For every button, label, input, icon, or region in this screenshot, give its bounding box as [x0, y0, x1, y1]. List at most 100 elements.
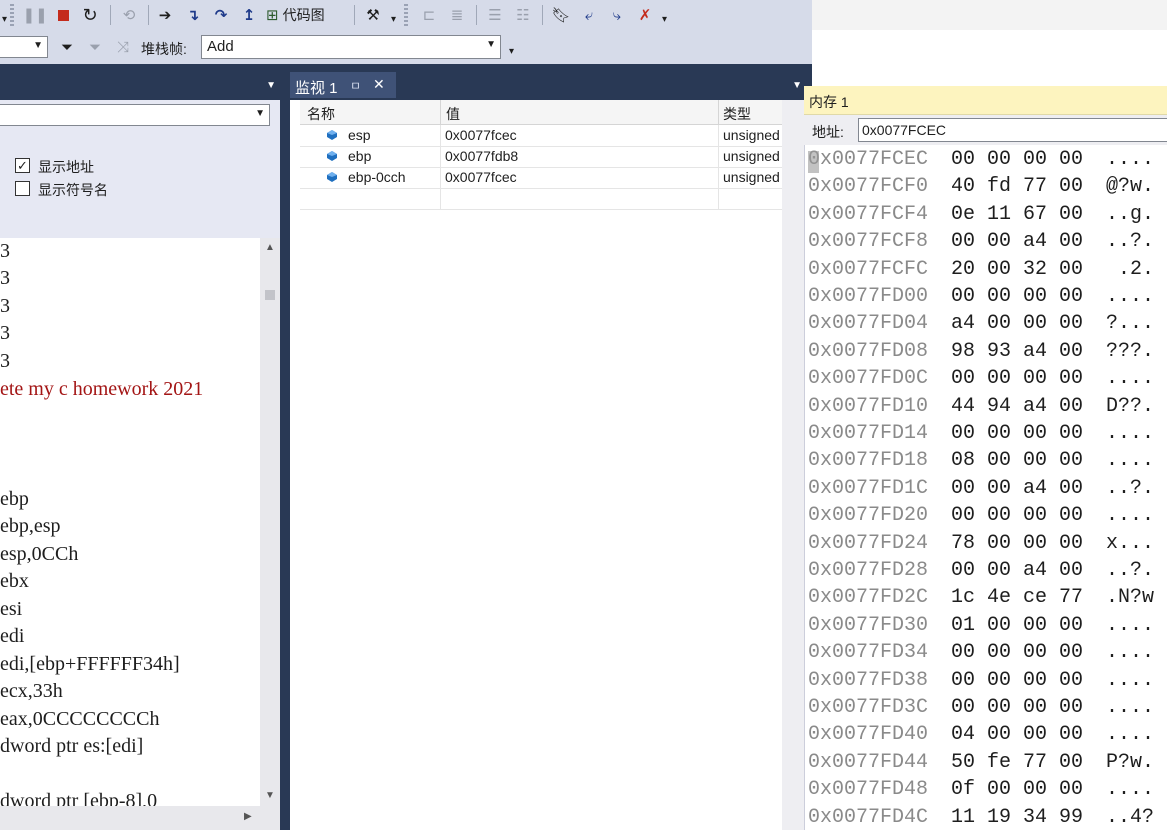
memory-title-bar[interactable]: 内存 1 [804, 86, 1167, 115]
memory-ascii[interactable]: .... [1106, 504, 1154, 527]
thread-dropdown-icon[interactable]: ▾ [391, 14, 396, 25]
memory-ascii[interactable]: @?w. [1106, 175, 1154, 198]
watch-row[interactable]: ebp 0x0077fdb8 unsigned [300, 146, 782, 168]
memory-bytes[interactable]: 00 00 00 00 [951, 669, 1083, 692]
memory-bytes[interactable]: 08 00 00 00 [951, 449, 1083, 472]
memory-row[interactable]: 0x0077FD1C 00 00 a4 00..?. [808, 477, 1167, 504]
memory-bytes[interactable]: 0f 00 00 00 [951, 778, 1083, 801]
toolbar-overflow-icon[interactable]: ▾ [662, 14, 667, 25]
memory-ascii[interactable]: P?w. [1106, 751, 1154, 774]
memory-ascii[interactable]: ..?. [1106, 559, 1154, 582]
memory-row[interactable]: 0x0077FD0C 00 00 00 00.... [808, 367, 1167, 394]
memory-row[interactable]: 0x0077FD2C 1c 4e ce 77 .N?w [808, 586, 1167, 613]
memory-ascii[interactable]: ..g. [1106, 203, 1154, 226]
watch-value[interactable]: 0x0077fdb8 [445, 148, 518, 164]
memory-bytes[interactable]: 40 fd 77 00 [951, 175, 1083, 198]
memory-ascii[interactable]: .... [1106, 285, 1154, 308]
memory-row[interactable]: 0x0077FD34 00 00 00 00.... [808, 641, 1167, 668]
memory-bytes[interactable]: 20 00 32 00 [951, 258, 1083, 281]
watch-row[interactable]: ebp-0cch 0x0077fcec unsigned [300, 167, 782, 189]
watch-add-item-row[interactable] [300, 188, 782, 210]
memory-ascii[interactable]: ?... [1106, 312, 1154, 335]
toolbar-grip[interactable] [10, 4, 14, 26]
filter-icon[interactable]: ⏷ [56, 36, 78, 58]
column-header-name[interactable]: 名称 [307, 104, 335, 124]
memory-ascii[interactable]: ..?. [1106, 230, 1154, 253]
show-symbol-checkbox[interactable] [15, 181, 30, 196]
memory-bytes[interactable]: 11 19 34 99 [951, 806, 1083, 829]
memory-row[interactable]: 0x0077FD24 78 00 00 00 x... [808, 532, 1167, 559]
break-all-icon[interactable]: ❚❚ [22, 4, 47, 26]
memory-row[interactable]: 0x0077FD04 a4 00 00 00?... [808, 312, 1167, 339]
show-address-checkbox[interactable]: ✓ [15, 158, 30, 173]
memory-ascii[interactable]: .... [1106, 367, 1154, 390]
memory-ascii[interactable]: .... [1106, 641, 1154, 664]
stack-frame-combobox[interactable]: Add ▼ [201, 35, 501, 59]
watch-value[interactable]: 0x0077fcec [445, 169, 517, 185]
pane-splitter[interactable] [280, 100, 290, 830]
memory-ascii[interactable]: .... [1106, 148, 1154, 171]
toolbar-overflow-icon[interactable]: ▾ [509, 46, 514, 57]
toolbar-overflow-icon[interactable]: ▾ [2, 14, 7, 25]
memory-row[interactable]: 0x0077FD20 00 00 00 00.... [808, 504, 1167, 531]
memory-ascii[interactable]: .... [1106, 778, 1154, 801]
uncomment-icon[interactable]: ☷ [512, 4, 534, 26]
next-bookmark-icon[interactable]: ⤷ [606, 4, 628, 26]
thread-combobox[interactable]: ▼ [0, 36, 48, 58]
memory-row[interactable]: 0x0077FD08 98 93 a4 00???. [808, 340, 1167, 367]
memory-bytes[interactable]: 00 00 00 00 [951, 367, 1083, 390]
indent-icon[interactable]: ≣ [446, 4, 468, 26]
memory-bytes[interactable]: 00 00 00 00 [951, 285, 1083, 308]
disassembly-code[interactable]: 3 3 3 3 3 ete my c homework 2021 ebp ebp… [0, 238, 260, 806]
disassembly-vertical-scrollbar[interactable]: ▲ ▼ [260, 238, 280, 806]
memory-row[interactable]: 0x0077FCF0 40 fd 77 00 @?w. [808, 175, 1167, 202]
memory-row[interactable]: 0x0077FD4C 11 19 34 99 ..4? [808, 806, 1167, 833]
memory-bytes[interactable]: 78 00 00 00 [951, 532, 1083, 555]
memory-ascii[interactable]: .... [1106, 669, 1154, 692]
previous-bookmark-icon[interactable]: ⤶ [578, 4, 600, 26]
memory-ascii[interactable]: .... [1106, 723, 1154, 746]
flag-threads-icon[interactable]: ⤨ [112, 36, 134, 58]
memory-ascii[interactable]: .... [1106, 614, 1154, 637]
memory-bytes[interactable]: 01 00 00 00 [951, 614, 1083, 637]
memory-row[interactable]: 0x0077FD30 01 00 00 00.... [808, 614, 1167, 641]
scroll-right-icon[interactable]: ▶ [244, 811, 252, 822]
scrollbar-thumb[interactable] [265, 290, 275, 300]
window-menu-icon[interactable]: ▼ [266, 80, 276, 91]
memory-row[interactable]: 0x0077FD14 00 00 00 00.... [808, 422, 1167, 449]
memory-bytes[interactable]: 44 94 a4 00 [951, 395, 1083, 418]
clear-bookmarks-icon[interactable]: ✗ [634, 4, 656, 26]
memory-bytes[interactable]: 00 00 00 00 [951, 641, 1083, 664]
close-icon[interactable]: ✕ [373, 76, 385, 93]
memory-bytes[interactable]: 00 00 00 00 [951, 696, 1083, 719]
memory-row[interactable]: 0x0077FCF4 0e 11 67 00 ..g. [808, 203, 1167, 230]
memory-bytes[interactable]: 1c 4e ce 77 [951, 586, 1083, 609]
step-over-icon[interactable]: ↷ [210, 4, 232, 26]
stop-debugging-button[interactable] [52, 4, 74, 26]
watch-row[interactable]: esp 0x0077fcec unsigned [300, 125, 782, 147]
memory-ascii[interactable]: .N?w [1106, 586, 1154, 609]
code-map-button[interactable]: ⊞ 代码图 [266, 4, 346, 26]
memory-row[interactable]: 0x0077FD38 00 00 00 00.... [808, 669, 1167, 696]
pin-icon[interactable]: ㅁ [350, 77, 361, 94]
column-divider[interactable] [440, 100, 441, 124]
memory-row[interactable]: 0x0077FCEC 00 00 00 00.... [808, 148, 1167, 175]
memory-ascii[interactable]: .2. [1106, 258, 1154, 281]
memory-bytes[interactable]: a4 00 00 00 [951, 312, 1083, 335]
memory-bytes[interactable]: 0e 11 67 00 [951, 203, 1083, 226]
memory-ascii[interactable]: D??. [1106, 395, 1154, 418]
memory-ascii[interactable]: ..?. [1106, 477, 1154, 500]
memory-bytes[interactable]: 50 fe 77 00 [951, 751, 1083, 774]
toolbar-grip[interactable] [404, 4, 408, 26]
memory-ascii[interactable]: ..4? [1106, 806, 1154, 829]
show-next-statement-icon[interactable]: ➔ [154, 4, 176, 26]
memory-row[interactable]: 0x0077FD28 00 00 a4 00..?. [808, 559, 1167, 586]
memory-bytes[interactable]: 00 00 a4 00 [951, 559, 1083, 582]
memory-bytes[interactable]: 00 00 00 00 [951, 148, 1083, 171]
memory-ascii[interactable]: x... [1106, 532, 1154, 555]
memory-bytes[interactable]: 00 00 a4 00 [951, 230, 1083, 253]
filter-clear-icon[interactable]: ⏷ [84, 36, 106, 58]
memory-row[interactable]: 0x0077FCF8 00 00 a4 00..?. [808, 230, 1167, 257]
bookmark-icon[interactable]: 🔖︎ [550, 4, 572, 26]
memory-bytes[interactable]: 00 00 00 00 [951, 422, 1083, 445]
